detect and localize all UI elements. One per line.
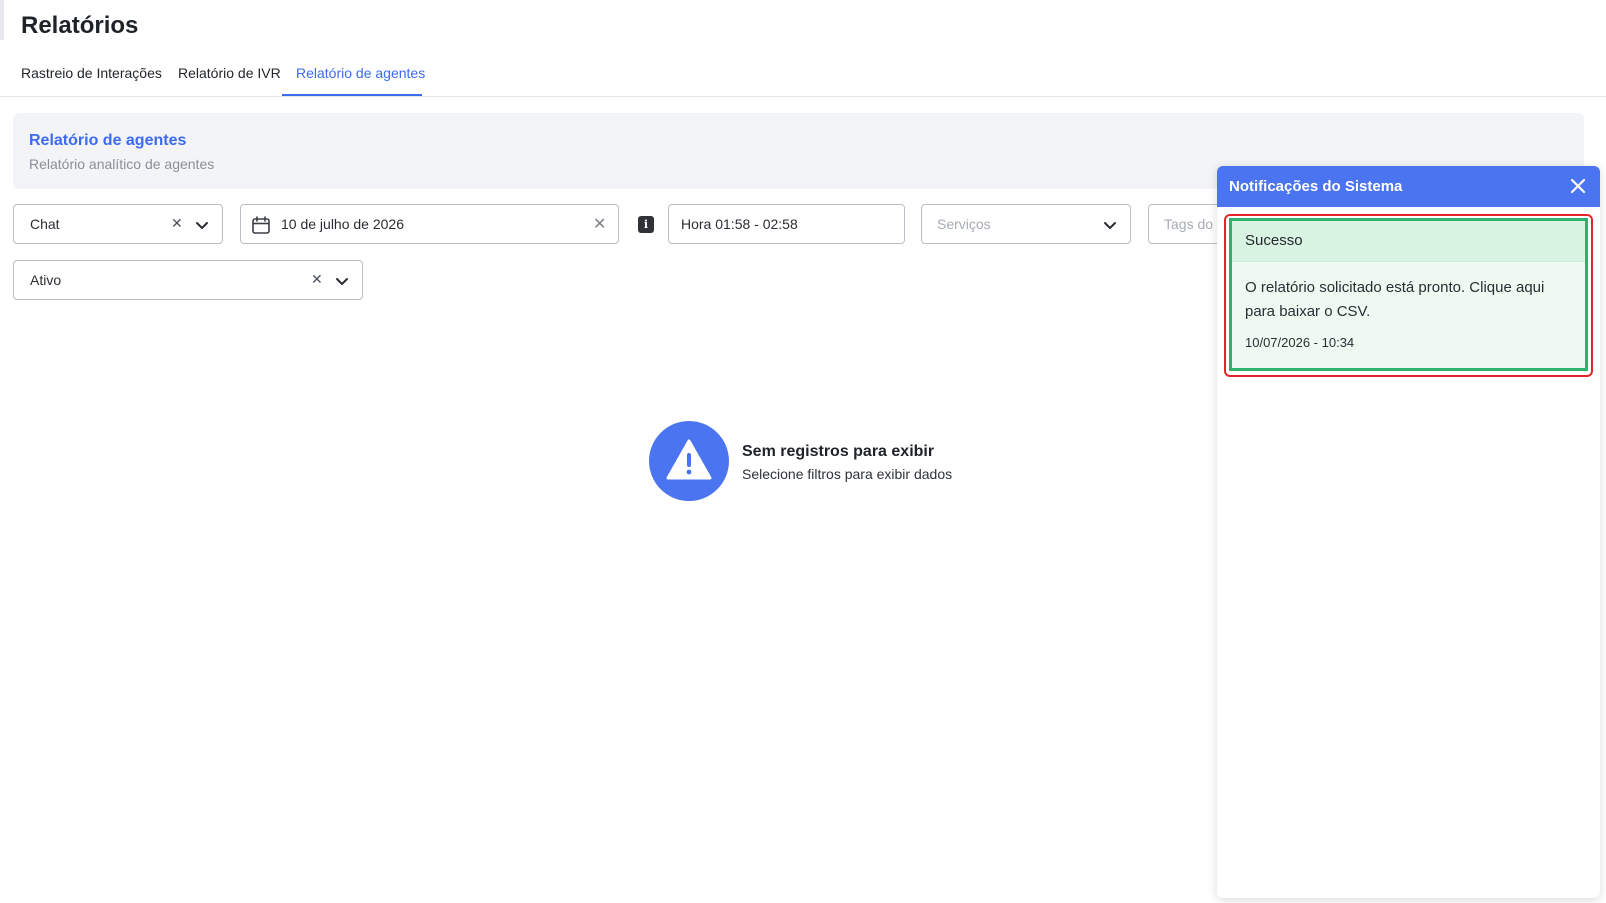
notifications-title: Notificações do Sistema <box>1229 178 1403 195</box>
close-icon[interactable] <box>1568 176 1588 196</box>
hour-range-value: Hora 01:58 - 02:58 <box>681 216 798 232</box>
calendar-icon <box>252 216 270 234</box>
notification-status-header: Sucesso <box>1232 221 1585 262</box>
warning-icon <box>666 439 712 480</box>
empty-state-subtitle: Selecione filtros para exibir dados <box>742 466 953 482</box>
services-placeholder: Serviços <box>937 216 991 232</box>
clear-icon[interactable]: ✕ <box>171 215 183 232</box>
clear-date-icon[interactable]: ✕ <box>593 214 606 234</box>
tags-placeholder: Tags do <box>1164 216 1214 232</box>
tab-bar: Rastreio de Interações Relatório de IVR … <box>0 55 1606 97</box>
notification-message: O relatório solicitado está pronto. Cliq… <box>1245 279 1545 320</box>
empty-state-title: Sem registros para exibir <box>742 443 935 460</box>
tab-relatorio-agentes[interactable]: Relatório de agentes <box>296 65 425 81</box>
chevron-down-icon[interactable] <box>334 273 350 289</box>
services-select[interactable]: Serviços <box>921 204 1131 244</box>
tab-rastreio-interacoes[interactable]: Rastreio de Interações <box>21 65 162 81</box>
status-select-value: Ativo <box>30 272 62 288</box>
report-title: Relatório de agentes <box>29 132 187 149</box>
notification-card-success[interactable]: Sucesso O relatório solicitado está pron… <box>1229 218 1588 371</box>
channel-select-value: Chat <box>30 216 60 232</box>
sidebar-edge <box>0 0 4 40</box>
hour-range-field[interactable]: Hora 01:58 - 02:58 <box>668 204 905 244</box>
page-title: Relatórios <box>21 12 139 39</box>
channel-select[interactable]: Chat ✕ <box>13 204 223 244</box>
status-select[interactable]: Ativo ✕ <box>13 260 363 300</box>
info-icon[interactable]: i <box>638 216 654 233</box>
notification-status: Sucesso <box>1245 232 1303 249</box>
notifications-header: Notificações do Sistema <box>1217 166 1600 207</box>
date-picker-value: 10 de julho de 2026 <box>281 216 404 232</box>
chevron-down-icon[interactable] <box>1102 217 1118 233</box>
chevron-down-icon[interactable] <box>194 217 210 233</box>
tab-relatorio-ivr[interactable]: Relatório de IVR <box>178 65 281 81</box>
active-tab-indicator <box>282 94 422 96</box>
report-subtitle: Relatório analítico de agentes <box>29 156 215 172</box>
clear-icon[interactable]: ✕ <box>311 271 323 288</box>
notification-timestamp: 10/07/2026 - 10:34 <box>1245 335 1355 350</box>
empty-state-icon <box>649 421 729 501</box>
date-picker[interactable]: 10 de julho de 2026 ✕ <box>240 204 619 244</box>
